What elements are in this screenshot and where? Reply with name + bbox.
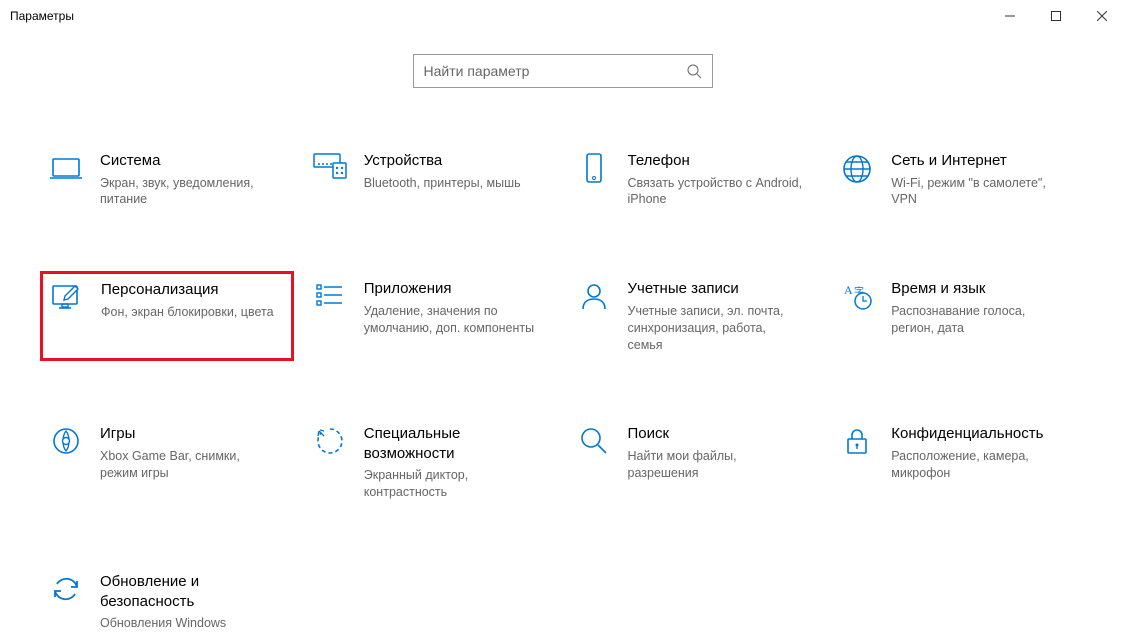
tile-title: Приложения: [364, 279, 540, 299]
tile-personalization[interactable]: Персонализация Фон, экран блокировки, цв…: [40, 271, 294, 361]
globe-icon: [839, 151, 875, 185]
tile-title: Обновление и безопасность: [100, 572, 276, 611]
tile-accounts[interactable]: Учетные записи Учетные записи, эл. почта…: [568, 271, 822, 361]
tile-desc: Удаление, значения по умолчанию, доп. ко…: [364, 303, 540, 337]
tile-title: Телефон: [628, 151, 804, 171]
tile-privacy[interactable]: Конфиденциальность Расположение, камера,…: [831, 416, 1085, 509]
tile-title: Устройства: [364, 151, 540, 171]
gaming-icon: [48, 424, 84, 456]
tile-title: Сеть и Интернет: [891, 151, 1067, 171]
system-icon: [48, 151, 84, 185]
minimize-button[interactable]: [987, 0, 1033, 31]
accounts-icon: [576, 279, 612, 311]
tile-search[interactable]: Поиск Найти мои файлы, разрешения: [568, 416, 822, 509]
titlebar: Параметры: [0, 0, 1125, 32]
tile-desc: Обновления Windows: [100, 615, 276, 632]
tile-desc: Найти мои файлы, разрешения: [628, 448, 804, 482]
lock-icon: [839, 424, 875, 456]
tile-desc: Экран, звук, уведомления, питание: [100, 175, 276, 209]
personalization-icon: [49, 280, 85, 312]
tile-system[interactable]: Система Экран, звук, уведомления, питани…: [40, 143, 294, 216]
window-controls: [987, 0, 1125, 31]
tile-title: Время и язык: [891, 279, 1067, 299]
tile-title: Система: [100, 151, 276, 171]
tile-title: Специальные возможности: [364, 424, 540, 463]
tile-network[interactable]: Сеть и Интернет Wi-Fi, режим "в самолете…: [831, 143, 1085, 216]
maximize-button[interactable]: [1033, 0, 1079, 31]
tile-phone[interactable]: Телефон Связать устройство с Android, iP…: [568, 143, 822, 216]
tile-desc: Расположение, камера, микрофон: [891, 448, 1067, 482]
close-button[interactable]: [1079, 0, 1125, 31]
tile-desc: Bluetooth, принтеры, мышь: [364, 175, 540, 192]
apps-icon: [312, 279, 348, 309]
tile-title: Конфиденциальность: [891, 424, 1067, 444]
time-language-icon: A字: [839, 279, 875, 311]
tile-desc: Wi-Fi, режим "в самолете", VPN: [891, 175, 1067, 209]
tile-title: Учетные записи: [628, 279, 804, 299]
search-row: [0, 54, 1125, 88]
tile-desc: Фон, экран блокировки, цвета: [101, 304, 275, 321]
tile-desc: Распознавание голоса, регион, дата: [891, 303, 1067, 337]
tile-title: Персонализация: [101, 280, 275, 300]
tile-gaming[interactable]: Игры Xbox Game Bar, снимки, режим игры: [40, 416, 294, 509]
tile-ease-of-access[interactable]: Специальные возможности Экранный диктор,…: [304, 416, 558, 509]
tile-apps[interactable]: Приложения Удаление, значения по умолчан…: [304, 271, 558, 361]
tile-desc: Экранный диктор, контрастность: [364, 467, 540, 501]
search-input[interactable]: [424, 63, 686, 79]
ease-of-access-icon: [312, 424, 348, 456]
tile-desc: Связать устройство с Android, iPhone: [628, 175, 804, 209]
search-icon: [686, 63, 702, 79]
settings-grid: Система Экран, звук, уведомления, питани…: [0, 143, 1125, 640]
phone-icon: [576, 151, 612, 185]
search-box[interactable]: [413, 54, 713, 88]
tile-title: Игры: [100, 424, 276, 444]
tile-desc: Xbox Game Bar, снимки, режим игры: [100, 448, 276, 482]
window-title: Параметры: [10, 9, 74, 23]
update-icon: [48, 572, 84, 604]
tile-devices[interactable]: Устройства Bluetooth, принтеры, мышь: [304, 143, 558, 216]
tile-time-language[interactable]: A字 Время и язык Распознавание голоса, ре…: [831, 271, 1085, 361]
search-tile-icon: [576, 424, 612, 456]
svg-text:A: A: [844, 283, 853, 297]
tile-title: Поиск: [628, 424, 804, 444]
tile-desc: Учетные записи, эл. почта, синхронизация…: [628, 303, 804, 354]
tile-update-security[interactable]: Обновление и безопасность Обновления Win…: [40, 564, 294, 640]
devices-icon: [312, 151, 348, 181]
